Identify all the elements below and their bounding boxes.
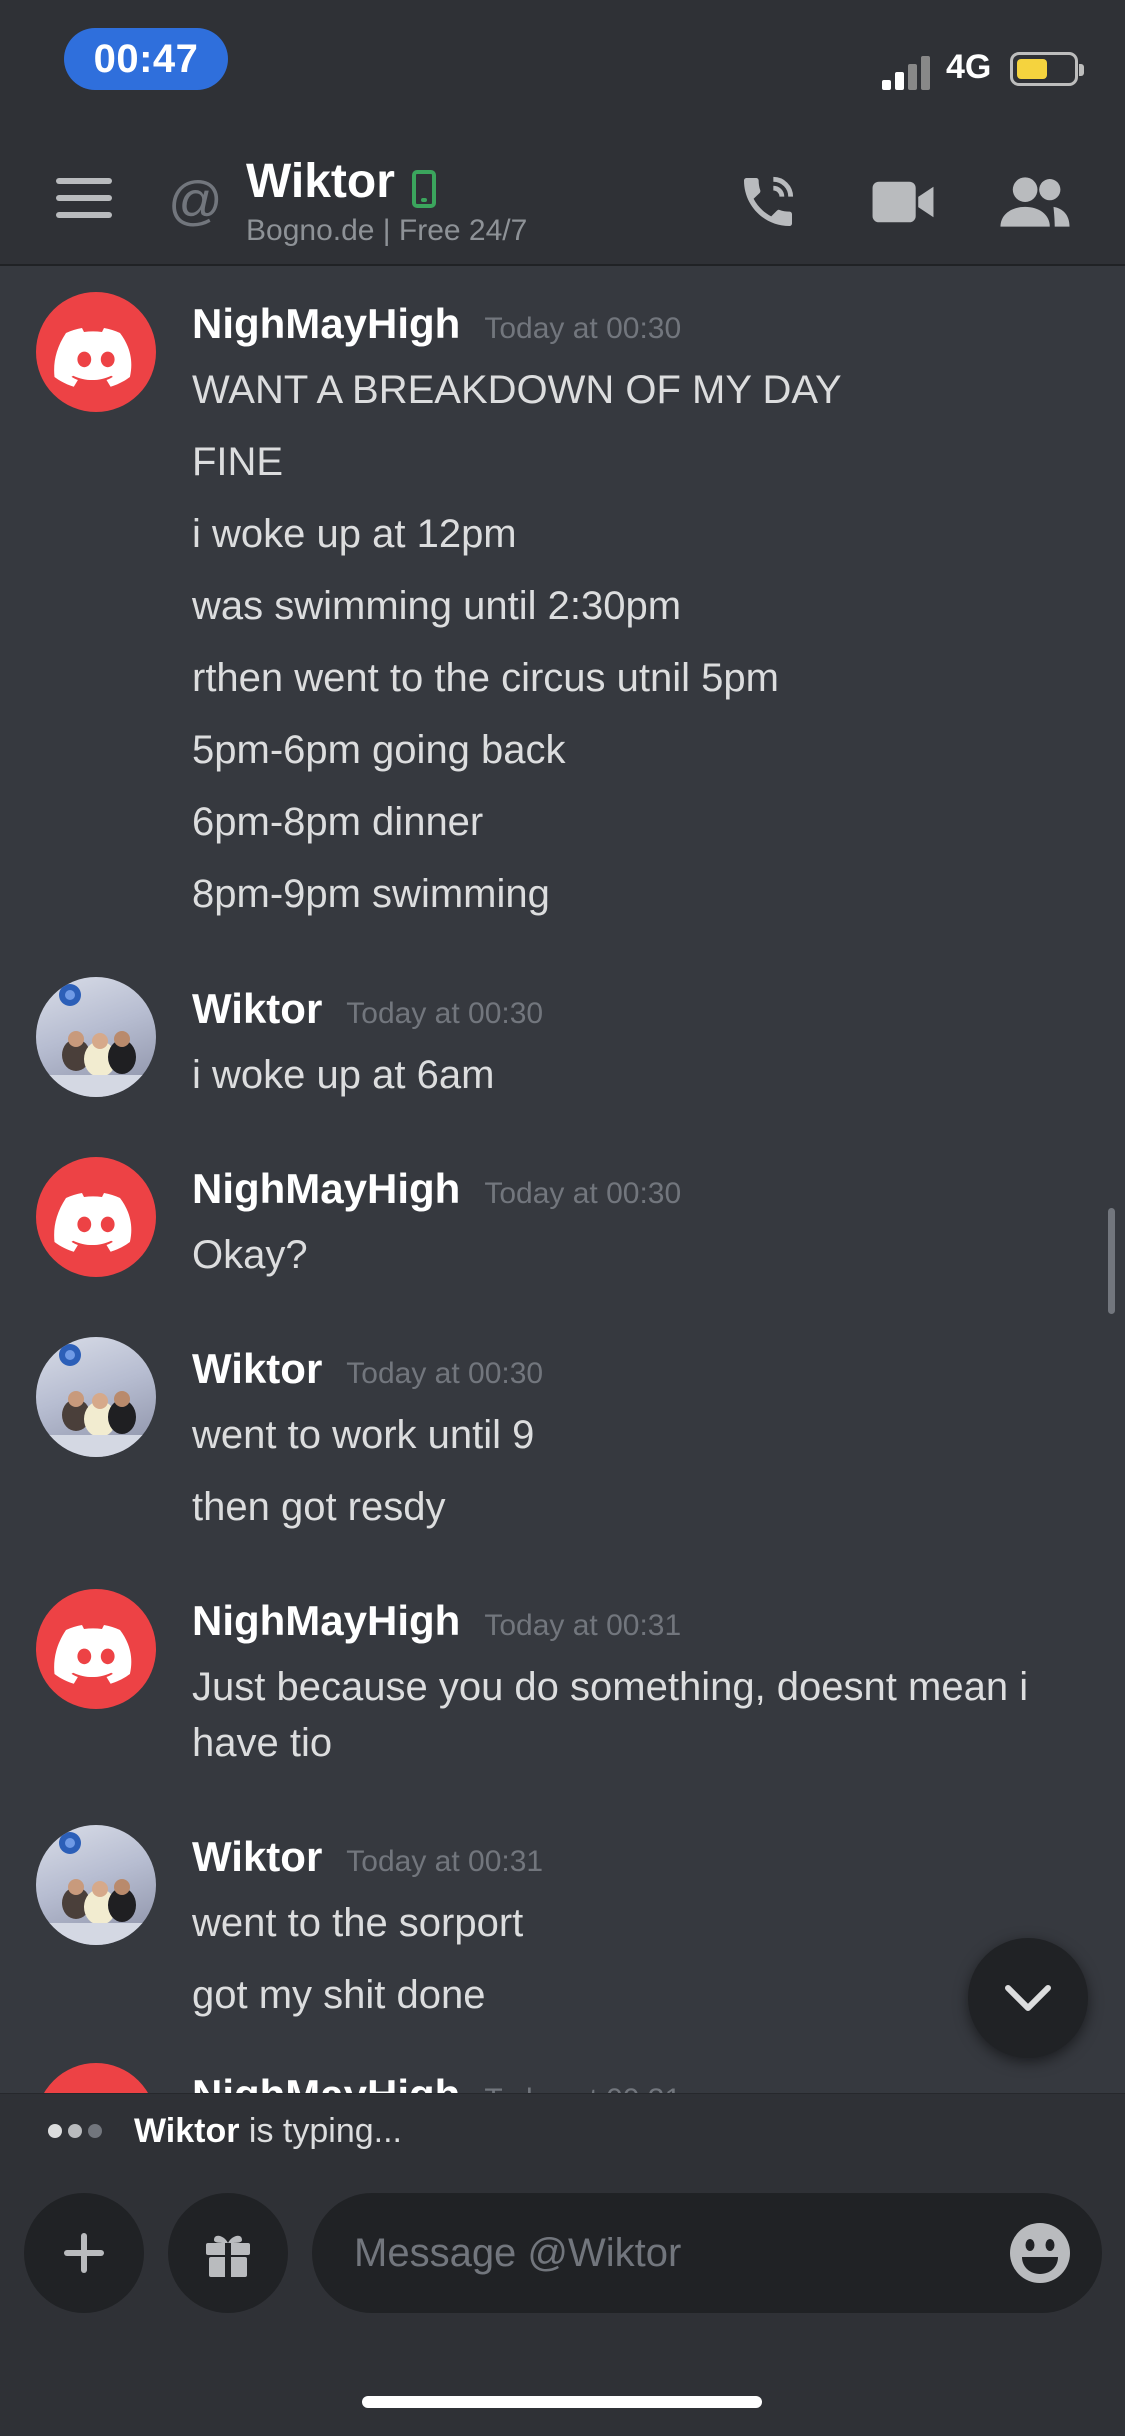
message-header: NighMayHigh Today at 00:31	[192, 1597, 681, 1645]
typing-dots-icon	[48, 2124, 108, 2143]
message-content: went to the sorport got my shit done	[192, 1887, 1072, 2031]
message-line: 8pm-9pm swimming	[192, 872, 550, 916]
typing-label: is typing...	[239, 2112, 402, 2150]
avatar[interactable]	[36, 1589, 156, 1709]
message-content: WANT A BREAKDOWN OF MY DAY FINE i woke u…	[192, 354, 1072, 930]
avatar[interactable]	[36, 292, 156, 412]
message-content: Just because you do something, doesnt me…	[192, 1659, 1072, 1771]
status-bar: 00:47 4G	[0, 0, 1125, 132]
message-line: 6pm-8pm dinner	[192, 800, 484, 844]
message-header: NighMayHigh Today at 00:30	[192, 300, 681, 348]
message-input[interactable]	[354, 2193, 974, 2313]
timestamp: Today at 00:30	[484, 312, 682, 345]
scrollbar-thumb[interactable]	[1108, 1208, 1115, 1314]
signal-icon	[882, 50, 932, 90]
author-name[interactable]: NighMayHigh	[192, 1165, 460, 1212]
mobile-phone-icon	[412, 170, 436, 208]
avatar[interactable]	[36, 2063, 156, 2093]
message-line: WANT A BREAKDOWN OF MY DAY	[192, 368, 842, 412]
menu-icon[interactable]	[56, 178, 112, 218]
emoji-button[interactable]	[1008, 2221, 1072, 2285]
author-name[interactable]: Wiktor	[192, 1833, 322, 1880]
channel-subtitle: Bogno.de | Free 24/7	[246, 214, 528, 247]
message-list[interactable]: NighMayHigh Today at 00:30 WANT A BREAKDO…	[0, 268, 1125, 2093]
timestamp: Today at 00:31	[346, 1845, 544, 1878]
message-line: got my shit done	[192, 1973, 486, 2017]
dm-screen: 00:47 4G @ Wiktor Bogno.de | Free 24/7 N…	[0, 0, 1125, 2436]
timestamp: Today at 00:31	[484, 1609, 682, 1642]
typing-indicator: Wiktor is typing...	[0, 2093, 1125, 2167]
message-header: Wiktor Today at 00:30	[192, 985, 543, 1033]
gift-nitro-button[interactable]	[168, 2193, 288, 2313]
message-line: went to work until 9	[192, 1413, 535, 1457]
timestamp: Today at 00:31	[484, 2083, 681, 2093]
message-line: FINE	[192, 440, 284, 484]
channel-title[interactable]: Wiktor	[246, 154, 395, 209]
discord-logo-icon	[54, 328, 132, 387]
timestamp: Today at 00:30	[484, 1177, 682, 1210]
plus-icon	[64, 2233, 104, 2273]
message-line: then got resdy	[192, 1485, 446, 1529]
channel-header: @ Wiktor Bogno.de | Free 24/7	[0, 132, 1125, 266]
message-header: NighMayHigh Today at 00:31	[192, 2071, 681, 2093]
typing-user: Wiktor	[134, 2112, 240, 2150]
message-line: 5pm-6pm going back	[192, 728, 566, 772]
battery-icon	[1010, 52, 1084, 86]
author-name[interactable]: NighMayHigh	[192, 300, 460, 347]
message-content: went to work until 9 then got resdy	[192, 1399, 1072, 1543]
gift-icon	[206, 2235, 250, 2277]
message-line: Okay?	[192, 1233, 308, 1277]
avatar[interactable]	[36, 1337, 156, 1457]
avatar[interactable]	[36, 977, 156, 1097]
author-name[interactable]: NighMayHigh	[192, 1597, 460, 1644]
author-name[interactable]: Wiktor	[192, 1345, 322, 1392]
typing-text: Wiktor is typing...	[134, 2112, 402, 2151]
message-header: NighMayHigh Today at 00:30	[192, 1165, 681, 1213]
message-content: i woke up at 6am	[192, 1039, 1072, 1111]
jump-to-latest-button[interactable]	[968, 1938, 1088, 2058]
status-time: 00:47	[64, 28, 228, 90]
message-header: Wiktor Today at 00:31	[192, 1833, 543, 1881]
members-icon[interactable]	[998, 174, 1072, 235]
message-content: Okay?	[192, 1219, 1072, 1291]
message-line: rthen went to the circus utnil 5pm	[192, 656, 779, 700]
add-attachment-button[interactable]	[24, 2193, 144, 2313]
message-line: was swimming until 2:30pm	[192, 584, 682, 628]
message-line: have tio	[192, 1721, 333, 1765]
discord-logo-icon	[54, 1193, 132, 1252]
avatar[interactable]	[36, 1157, 156, 1277]
message-line: i woke up at 6am	[192, 1053, 495, 1097]
profile-photo	[36, 1344, 156, 1457]
message-input-container[interactable]	[312, 2193, 1102, 2313]
profile-photo	[36, 984, 156, 1097]
profile-photo	[36, 1832, 156, 1945]
avatar[interactable]	[36, 1825, 156, 1945]
composer-bar	[0, 2167, 1125, 2436]
at-icon: @	[168, 171, 223, 231]
discord-logo-icon	[54, 1625, 132, 1684]
voice-call-icon[interactable]	[736, 170, 800, 239]
author-name[interactable]: Wiktor	[192, 985, 322, 1032]
message-line: went to the sorport	[192, 1901, 524, 1945]
timestamp: Today at 00:30	[346, 1357, 544, 1390]
video-call-icon[interactable]	[870, 176, 936, 233]
smiley-icon	[1010, 2223, 1070, 2283]
timestamp: Today at 00:30	[346, 997, 544, 1030]
network-type: 4G	[946, 48, 992, 86]
author-name[interactable]: NighMayHigh	[192, 2071, 460, 2093]
message-header: Wiktor Today at 00:30	[192, 1345, 543, 1393]
message-line: Just because you do something, doesnt me…	[192, 1665, 1029, 1709]
chevron-down-icon	[1005, 1985, 1051, 2011]
home-indicator[interactable]	[362, 2396, 762, 2408]
message-line: i woke up at 12pm	[192, 512, 517, 556]
